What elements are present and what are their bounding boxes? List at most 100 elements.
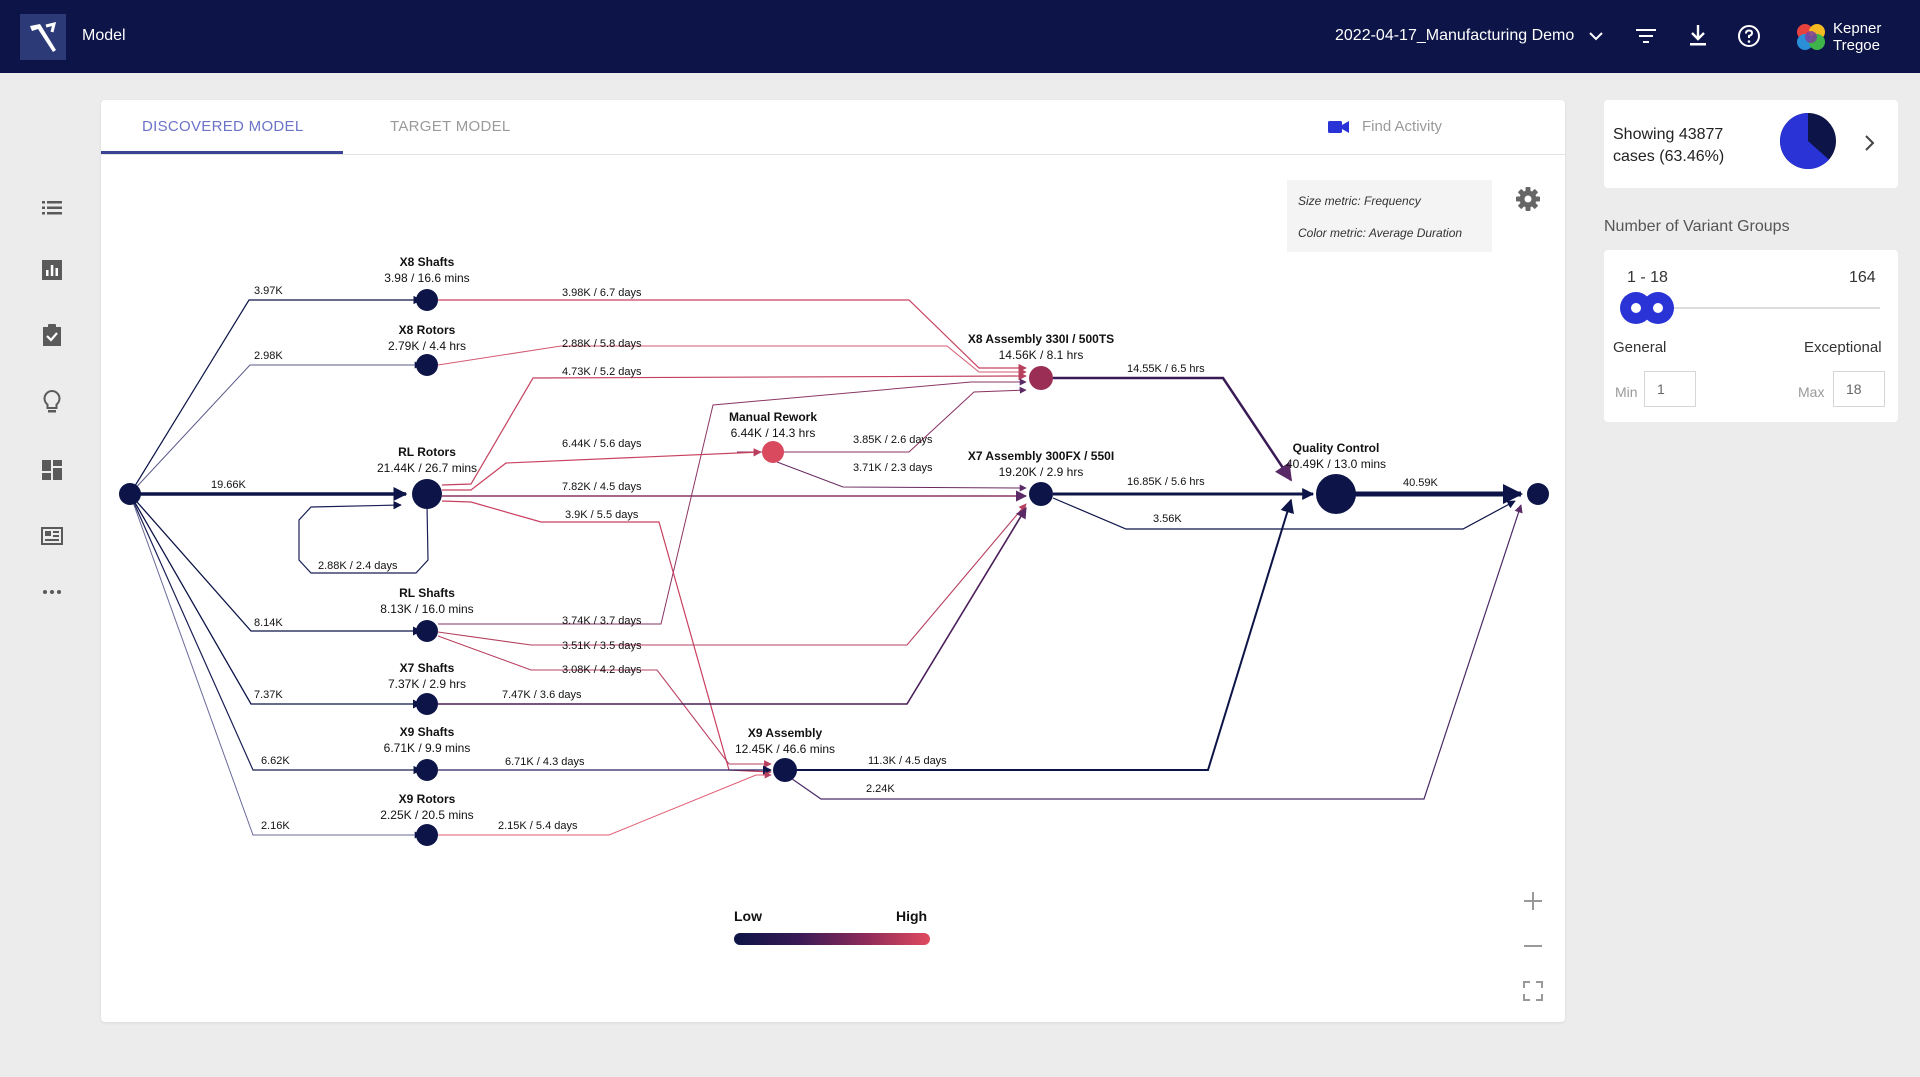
edge-label: 3.98K / 6.7 days — [562, 287, 642, 299]
edge-label: 2.98K — [254, 350, 283, 362]
node-stats-x7-assembly: 19.20K / 2.9 hrs — [999, 465, 1084, 479]
edge-label: 8.14K — [254, 617, 283, 629]
edge-label: 2.16K — [261, 820, 290, 832]
top-bar: Model 2022-04-17_Manufacturing Demo Kepn… — [0, 0, 1920, 73]
node-x8-assembly[interactable] — [1029, 366, 1053, 390]
edge-x9-rotors-x9-assembly — [438, 771, 772, 836]
chevron-down-icon[interactable] — [1582, 22, 1610, 50]
edge-label: 3.74K / 3.7 days — [562, 615, 642, 627]
legend-high-label: High — [896, 908, 928, 924]
node-stats-x9-shafts: 6.71K / 9.9 mins — [384, 741, 471, 755]
node-x8-rotors[interactable] — [416, 354, 438, 376]
node-title-rl-rotors: RL Rotors — [398, 445, 456, 459]
case-filter-summary[interactable]: Showing 43877 cases (63.46%) — [1604, 100, 1898, 188]
node-rl-rotors[interactable] — [412, 479, 442, 509]
filter-icon[interactable] — [1632, 22, 1660, 50]
showing-count: Showing 43877 — [1613, 126, 1724, 143]
node-x7-shafts[interactable] — [416, 693, 438, 715]
node-x9-rotors[interactable] — [416, 824, 438, 846]
node-start[interactable] — [119, 483, 141, 505]
node-x9-shafts[interactable] — [416, 759, 438, 781]
expand-icon — [1523, 981, 1543, 1001]
edge-label: 2.24K — [866, 783, 895, 795]
edge-label: 3.51K / 3.5 days — [562, 640, 642, 652]
legend-low-label: Low — [734, 908, 762, 924]
edge-x8-shafts-x8-assembly — [438, 299, 1027, 373]
edge-x8-assembly-quality-control — [1053, 376, 1293, 482]
brand-logo: Kepner Tregoe — [1795, 18, 1905, 56]
edge-x8-rotors-x8-assembly — [437, 345, 1027, 376]
variant-groups-panel: 1 - 18 164 General Exceptional Min Max — [1604, 250, 1898, 422]
edge-label: 3.08K / 4.2 days — [562, 664, 642, 676]
bar-chart-icon[interactable] — [40, 258, 64, 282]
max-input[interactable] — [1833, 371, 1885, 407]
node-title-x7-shafts: X7 Shafts — [400, 661, 455, 675]
edge-label: 3.9K / 5.5 days — [565, 509, 639, 521]
zoom-in-button[interactable] — [1522, 890, 1544, 912]
edge-label: 6.62K — [261, 755, 290, 767]
node-end[interactable] — [1527, 483, 1549, 505]
brand-mark-icon — [1797, 24, 1825, 50]
zoom-out-button[interactable] — [1522, 935, 1544, 957]
node-stats-x7-shafts: 7.37K / 2.9 hrs — [388, 677, 466, 691]
node-x8-shafts[interactable] — [416, 289, 438, 311]
edge-label: 7.37K — [254, 689, 283, 701]
color-scale-legend — [734, 933, 930, 945]
download-icon[interactable] — [1684, 22, 1712, 50]
edge-start-x9-shafts — [129, 493, 422, 775]
edge-label: 2.88K / 2.4 days — [318, 560, 398, 572]
variant-range-label: 1 - 18 — [1627, 269, 1668, 286]
edge-x9-assembly-quality-control — [785, 498, 1294, 771]
node-manual-rework[interactable] — [762, 441, 784, 463]
node-stats-x9-rotors: 2.25K / 20.5 mins — [380, 808, 473, 822]
min-input[interactable] — [1644, 371, 1696, 407]
variant-max-label: 164 — [1849, 269, 1876, 286]
minus-icon — [1524, 945, 1542, 947]
edge-label: 19.66K — [211, 479, 247, 491]
edge-label: 3.71K / 2.3 days — [853, 462, 933, 474]
node-title-manual-rework: Manual Rework — [729, 410, 817, 424]
node-stats-manual-rework: 6.44K / 14.3 hrs — [731, 426, 816, 440]
node-stats-x8-assembly: 14.56K / 8.1 hrs — [999, 348, 1084, 362]
slider-handle-max[interactable] — [1642, 292, 1674, 324]
max-label: Max — [1798, 384, 1825, 400]
node-title-x7-assembly: X7 Assembly 300FX / 550I — [968, 449, 1114, 463]
node-stats-quality-control: 40.49K / 13.0 mins — [1286, 457, 1386, 471]
node-title-rl-shafts: RL Shafts — [399, 586, 455, 600]
node-x7-assembly[interactable] — [1029, 482, 1053, 506]
process-model-card: DISCOVERED MODEL TARGET MODEL Find Activ… — [101, 100, 1565, 1022]
node-stats-rl-rotors: 21.44K / 26.7 mins — [377, 461, 477, 475]
node-title-x9-assembly: X9 Assembly — [748, 726, 823, 740]
node-quality-control[interactable] — [1316, 474, 1356, 514]
node-title-x8-shafts: X8 Shafts — [400, 255, 455, 269]
chevron-right-icon[interactable] — [1859, 133, 1879, 153]
node-title-x8-rotors: X8 Rotors — [399, 323, 456, 337]
help-icon[interactable] — [1735, 22, 1763, 50]
app-logo[interactable] — [20, 14, 66, 60]
node-rl-shafts[interactable] — [416, 620, 438, 642]
report-icon[interactable] — [40, 524, 64, 548]
edge-label: 3.56K — [1153, 513, 1182, 525]
edge-label: 2.88K / 5.8 days — [562, 338, 642, 350]
dataset-selector[interactable]: 2022-04-17_Manufacturing Demo — [1335, 27, 1574, 45]
process-map: X8 Shafts 3.98 / 16.6 mins X8 Rotors 2.7… — [119, 255, 1549, 846]
clipboard-check-icon[interactable] — [40, 323, 64, 347]
node-x9-assembly[interactable] — [773, 758, 797, 782]
edge-label: 3.97K — [254, 285, 283, 297]
node-stats-rl-shafts: 8.13K / 16.0 mins — [380, 602, 473, 616]
node-stats-x9-assembly: 12.45K / 46.6 mins — [735, 742, 835, 756]
exceptional-label: Exceptional — [1804, 339, 1882, 356]
edge-label: 6.71K / 4.3 days — [505, 756, 585, 768]
fullscreen-button[interactable] — [1522, 980, 1544, 1002]
lightbulb-icon[interactable] — [40, 390, 64, 414]
edge-label: 11.3K / 4.5 days — [868, 755, 947, 767]
edge-start-x7-shafts — [129, 493, 422, 709]
more-icon[interactable] — [40, 580, 64, 604]
dashboard-icon[interactable] — [40, 458, 64, 482]
edge-start-x9-rotors — [129, 493, 422, 839]
edge-label: 4.73K / 5.2 days — [562, 366, 642, 378]
general-label: General — [1613, 339, 1667, 356]
edge-label: 7.82K / 4.5 days — [562, 481, 642, 493]
list-icon[interactable] — [40, 196, 64, 220]
edge-label: 40.59K — [1403, 477, 1439, 489]
